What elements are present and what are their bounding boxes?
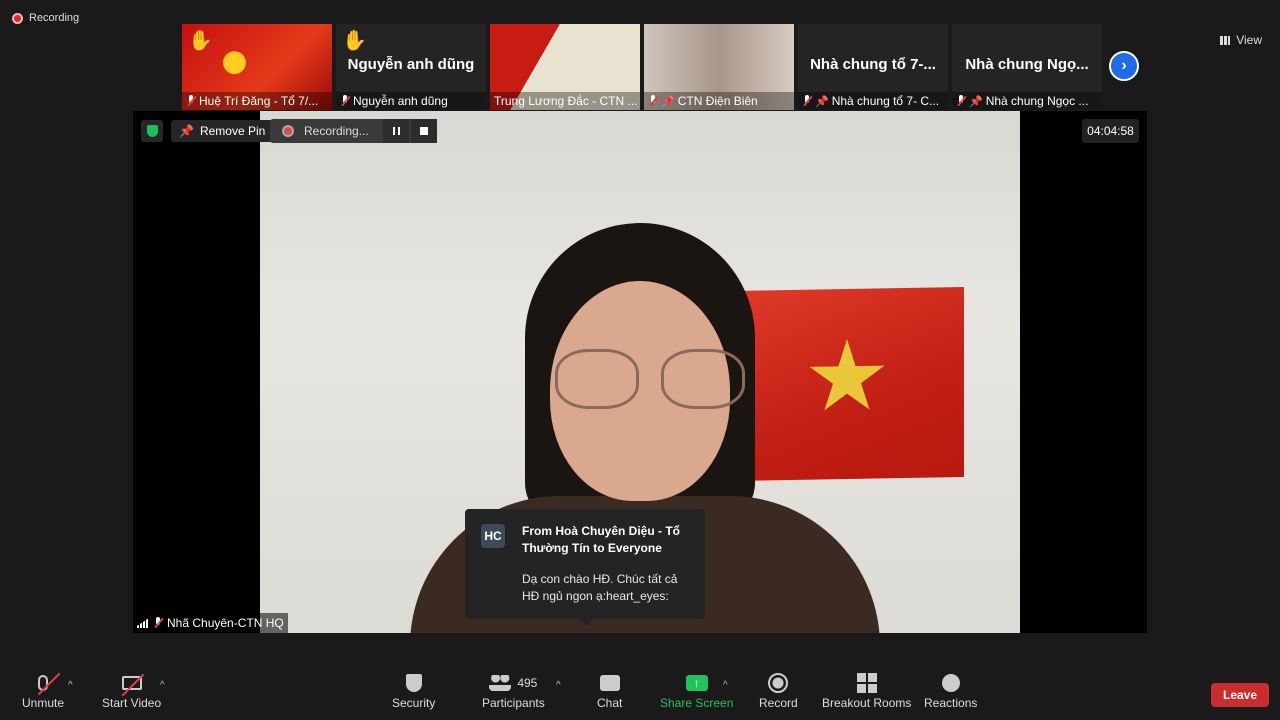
star-shape	[808, 338, 886, 417]
participant-display-name: Nhà chung Ngọ...	[965, 56, 1089, 73]
mic-muted-icon	[37, 672, 61, 696]
recording-status-label: Recording...	[304, 124, 369, 138]
share-options-caret[interactable]: ^	[723, 680, 728, 691]
flag-image	[728, 286, 964, 482]
start-video-button[interactable]: Start Video	[102, 670, 161, 710]
participant-display-name: Nhà chung tổ 7-...	[810, 56, 936, 73]
participant-tile[interactable]: 📌 CTN Điện Biên	[644, 24, 794, 110]
video-options-caret[interactable]: ^	[160, 680, 165, 691]
recording-indicator-label: Recording	[29, 12, 80, 24]
next-page-button[interactable]: ›	[1109, 51, 1139, 81]
unmute-button[interactable]: Unmute	[22, 670, 64, 710]
avatar: HC	[481, 524, 505, 548]
signal-strength-icon	[137, 618, 149, 628]
stop-icon	[420, 127, 428, 135]
chat-message: Dạ con chào HĐ. Chúc tất cả HĐ ngủ ngon …	[522, 572, 678, 603]
participant-strip: ✋ Huệ Trí Đăng - Tổ 7/... ✋ Nguyễn anh d…	[182, 24, 1102, 110]
mic-muted-icon	[340, 95, 350, 107]
security-button[interactable]: Security	[392, 670, 435, 710]
smiley-icon	[941, 674, 960, 692]
breakout-rooms-icon	[856, 673, 877, 693]
participants-button[interactable]: 495 Participants	[482, 670, 545, 710]
view-button[interactable]: View	[1220, 33, 1262, 47]
record-button[interactable]: Record	[759, 670, 798, 710]
participant-name: Nguyễn anh dũng	[336, 92, 486, 110]
pin-icon: 📌	[179, 124, 194, 138]
chevron-right-icon: ›	[1121, 57, 1127, 74]
leave-button[interactable]: Leave	[1211, 683, 1269, 707]
chat-sender: From Hoà Chuyên Diệu - Tổ Thường Tín to …	[522, 524, 681, 555]
participants-count: 495	[517, 676, 538, 690]
pause-icon	[392, 127, 400, 135]
share-screen-icon: ↑	[685, 675, 708, 691]
pin-icon: 📌	[661, 95, 675, 108]
remove-pin-label: Remove Pin	[199, 124, 266, 138]
remove-pin-button[interactable]: 📌 Remove Pin	[171, 120, 274, 142]
chat-notification[interactable]: HC From Hoà Chuyên Diệu - Tổ Thường Tín …	[465, 509, 705, 626]
audio-options-caret[interactable]: ^	[68, 680, 73, 691]
recording-dot-icon	[12, 12, 23, 24]
participant-display-name: Nguyễn anh dũng	[347, 56, 475, 73]
breakout-rooms-button[interactable]: Breakout Rooms	[822, 670, 911, 710]
view-button-label: View	[1236, 33, 1262, 47]
mic-muted-icon	[956, 95, 966, 107]
participant-tile[interactable]: Nhà chung Ngọ... 📌 Nhà chung Ngọc ...	[952, 24, 1102, 110]
reactions-button[interactable]: Reactions	[924, 670, 977, 710]
camera-off-icon	[121, 673, 144, 697]
mic-muted-icon	[186, 95, 196, 107]
participant-name: Huệ Trí Đăng - Tổ 7/...	[182, 92, 332, 110]
participants-options-caret[interactable]: ^	[556, 680, 561, 691]
recording-dot-icon	[282, 125, 294, 137]
mic-muted-icon	[802, 95, 812, 107]
encryption-shield-icon[interactable]	[141, 120, 163, 142]
recording-control-bar: Recording...	[270, 119, 437, 143]
chat-button[interactable]: Chat	[597, 670, 622, 710]
shield-icon	[405, 674, 422, 692]
pause-recording-button[interactable]	[383, 119, 409, 143]
raised-hand-icon: ✋	[342, 30, 367, 52]
participant-name: 📌 Nhà chung Ngọc ...	[952, 92, 1102, 110]
participant-tile[interactable]: ✋ Huệ Trí Đăng - Tổ 7/...	[182, 24, 332, 110]
speaker-name-label: Nhã Chuyên-CTN HQ	[133, 613, 288, 633]
grid-view-icon	[1220, 35, 1231, 45]
chat-icon	[599, 675, 620, 691]
stop-recording-button[interactable]	[411, 119, 437, 143]
mic-muted-icon	[153, 617, 163, 629]
record-icon	[768, 673, 789, 693]
pin-icon: 📌	[815, 95, 829, 108]
participants-icon	[489, 675, 512, 691]
mic-muted-icon	[648, 95, 658, 107]
participant-name: 📌 Nhà chung tổ 7- C...	[798, 92, 948, 110]
recording-indicator: Recording	[12, 12, 79, 24]
raised-hand-icon: ✋	[188, 30, 213, 52]
participant-tile[interactable]: Nhà chung tổ 7-... 📌 Nhà chung tổ 7- C...	[798, 24, 948, 110]
participant-name: Trung Lương Đắc - CTN ...	[490, 92, 640, 110]
participant-name: 📌 CTN Điện Biên	[644, 92, 794, 110]
meeting-timer: 04:04:58	[1082, 119, 1139, 143]
participant-tile[interactable]: ✋ Nguyễn anh dũng Nguyễn anh dũng	[336, 24, 486, 110]
participant-tile[interactable]: Trung Lương Đắc - CTN ...	[490, 24, 640, 110]
speaker-glasses	[555, 349, 745, 409]
pin-icon: 📌	[969, 95, 983, 108]
meeting-toolbar: Unmute ^ Start Video ^ Security 495 Part…	[0, 658, 1280, 720]
